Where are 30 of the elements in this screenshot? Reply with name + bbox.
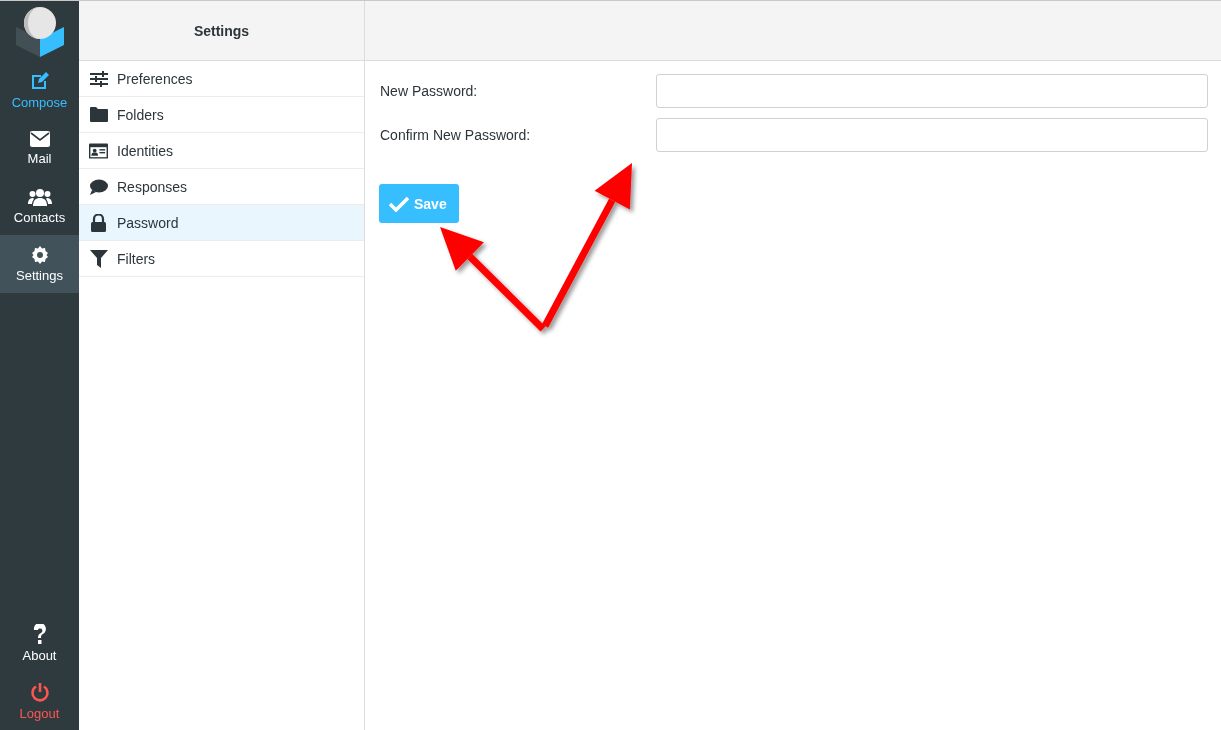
- list-title: Settings: [193, 22, 250, 39]
- people-icon: [27, 187, 52, 206]
- folder-icon: [89, 107, 108, 122]
- sliders-icon: [89, 70, 108, 87]
- checkmark-icon: [389, 195, 409, 212]
- about-nav-item[interactable]: About: [0, 614, 79, 672]
- lock-icon: [91, 213, 106, 232]
- id-card-icon: [89, 142, 108, 159]
- question-icon: [32, 623, 47, 644]
- contacts-nav-item[interactable]: Contacts: [0, 177, 79, 235]
- speech-bubble-icon: [89, 178, 108, 195]
- compose-nav-item[interactable]: Compose: [0, 61, 79, 119]
- edit-icon: [29, 70, 50, 91]
- settings-list-item[interactable]: Filters: [79, 241, 364, 277]
- power-icon: [29, 681, 50, 702]
- settings-list-item[interactable]: Folders: [79, 97, 364, 133]
- envelope-icon: [29, 130, 50, 147]
- logo-icon: [13, 5, 66, 57]
- password-field[interactable]: [656, 118, 1208, 152]
- password-field[interactable]: [656, 74, 1208, 108]
- settings-list-item[interactable]: Preferences: [79, 61, 364, 97]
- settings-icon: [30, 245, 49, 264]
- funnel-icon: [89, 249, 108, 268]
- settings-list-item[interactable]: Password: [79, 205, 364, 241]
- field-label: New Password:: [380, 83, 479, 99]
- settings-nav-item[interactable]: Settings: [0, 235, 79, 293]
- logout-nav-item[interactable]: Logout: [0, 672, 79, 730]
- field-label: Confirm New Password:: [380, 127, 532, 143]
- mail-nav-item[interactable]: Mail: [0, 119, 79, 177]
- settings-list-item[interactable]: Identities: [79, 133, 364, 169]
